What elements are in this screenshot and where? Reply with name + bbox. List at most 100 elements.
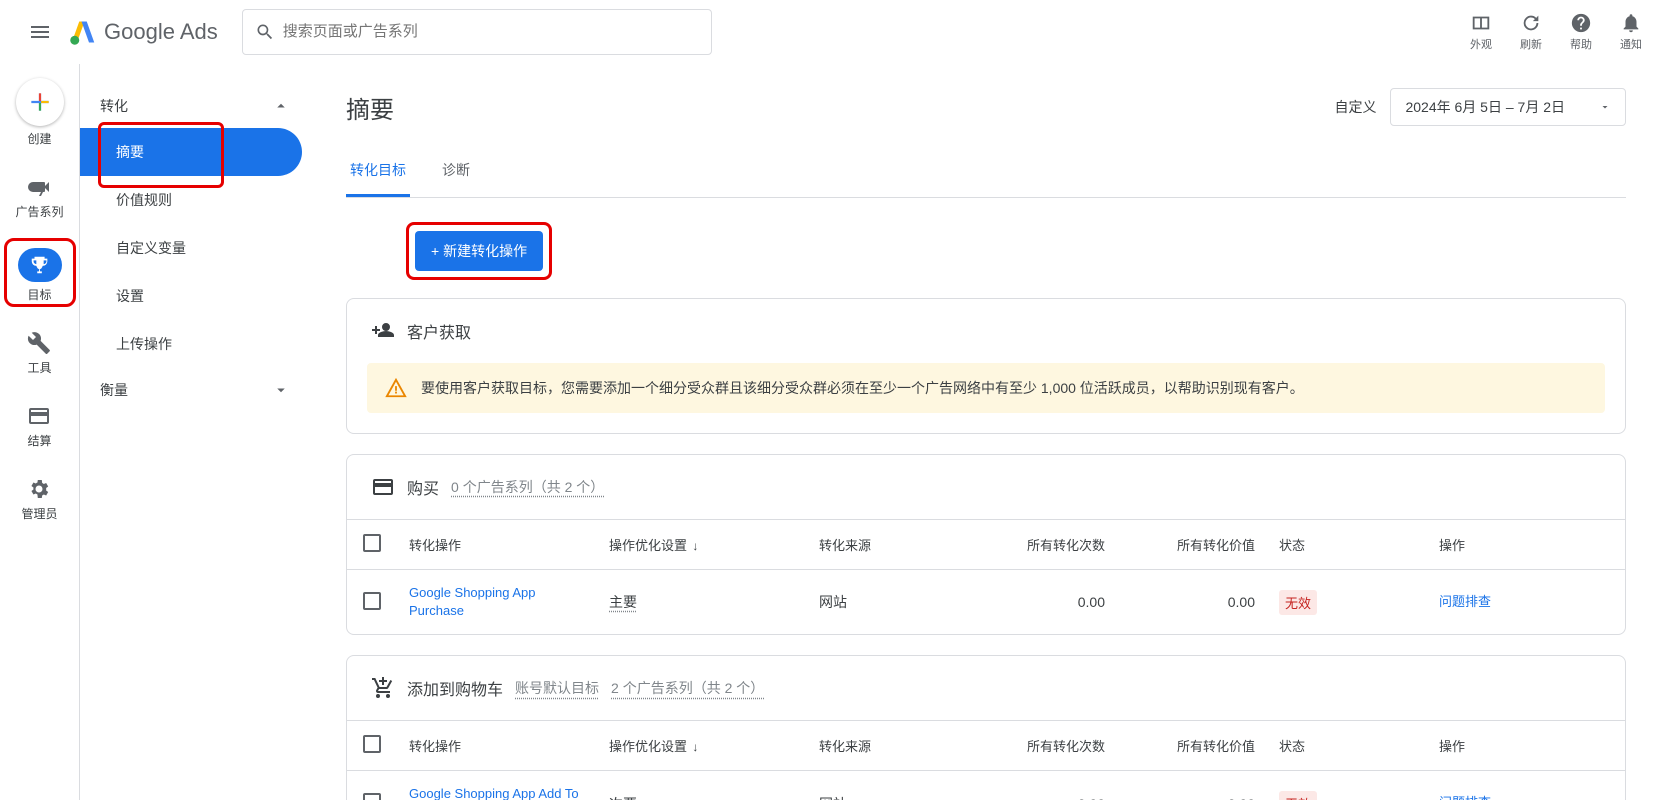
card-add-to-cart: 添加到购物车 账号默认目标 2 个广告系列（共 2 个） 转化操作 操作优化设置… <box>346 655 1626 800</box>
select-all-checkbox[interactable] <box>363 735 381 753</box>
header-actions: 外观 刷新 帮助 通知 <box>1470 12 1642 52</box>
rail-goals[interactable]: 目标 <box>18 248 62 303</box>
gear-icon <box>27 477 51 501</box>
trophy-icon <box>29 254 51 276</box>
google-ads-icon <box>68 17 98 47</box>
wrench-icon <box>27 331 51 355</box>
date-range-picker[interactable]: 2024年 6月 5日 – 7月 2日 <box>1390 88 1626 126</box>
col-source[interactable]: 转化来源 <box>807 721 967 771</box>
conversion-name-link[interactable]: Google Shopping App Add To Cart <box>409 786 579 800</box>
sidenav-item-custom-vars[interactable]: 自定义变量 <box>80 224 310 272</box>
source-value: 网站 <box>807 570 967 635</box>
appearance-icon <box>1470 12 1492 34</box>
card-icon <box>371 475 395 499</box>
col-value[interactable]: 所有转化价值 <box>1117 721 1267 771</box>
cart-add-icon <box>371 676 395 700</box>
conversion-name-link[interactable]: Google Shopping App Purchase <box>409 585 536 618</box>
search-icon <box>255 22 275 42</box>
col-count[interactable]: 所有转化次数 <box>967 721 1117 771</box>
row-checkbox[interactable] <box>363 592 381 610</box>
rail-tools[interactable]: 工具 <box>27 331 51 376</box>
card-icon <box>27 404 51 428</box>
col-status[interactable]: 状态 <box>1267 721 1427 771</box>
col-action[interactable]: 转化操作 <box>397 721 597 771</box>
chevron-down-icon <box>272 381 290 399</box>
purchase-table: 转化操作 操作优化设置 ↓ 转化来源 所有转化次数 所有转化价值 状态 操作 G… <box>347 519 1625 634</box>
sort-down-icon: ↓ <box>689 740 698 754</box>
sort-down-icon: ↓ <box>689 539 698 553</box>
rail-campaigns[interactable]: 广告系列 <box>15 175 63 220</box>
status-badge: 无效 <box>1279 791 1317 800</box>
sidenav-group-measure[interactable]: 衡量 <box>80 368 310 412</box>
triangle-down-icon <box>1599 101 1611 113</box>
source-value: 网站 <box>807 771 967 800</box>
sidenav-group-conversion[interactable]: 转化 <box>80 84 310 128</box>
select-all-checkbox[interactable] <box>363 534 381 552</box>
col-optimize[interactable]: 操作优化设置 ↓ <box>597 721 807 771</box>
bell-icon <box>1620 12 1642 34</box>
value-value: 0.00 <box>1117 570 1267 635</box>
col-optimize[interactable]: 操作优化设置 ↓ <box>597 520 807 570</box>
count-value: 0.00 <box>967 570 1117 635</box>
card-purchase: 购买 0 个广告系列（共 2 个） 转化操作 操作优化设置 ↓ 转化来源 所有转… <box>346 454 1626 635</box>
col-value[interactable]: 所有转化价值 <box>1117 520 1267 570</box>
search-input[interactable] <box>283 23 699 40</box>
hamburger-icon[interactable] <box>16 8 64 56</box>
rail-billing[interactable]: 结算 <box>27 404 51 449</box>
col-op[interactable]: 操作 <box>1427 520 1625 570</box>
col-source[interactable]: 转化来源 <box>807 520 967 570</box>
chevron-up-icon <box>272 97 290 115</box>
card-customer-acquisition: 客户获取 要使用客户获取目标，您需要添加一个细分受众群且该细分受众群必须在至少一… <box>346 298 1626 434</box>
icon-rail: 创建 广告系列 目标 工具 结算 管理员 <box>0 64 80 800</box>
help-button[interactable]: 帮助 <box>1570 12 1592 52</box>
card-title: 客户获取 <box>407 319 471 343</box>
account-default-label[interactable]: 账号默认目标 <box>515 678 599 698</box>
create-button[interactable]: 创建 <box>16 78 64 147</box>
col-action[interactable]: 转化操作 <box>397 520 597 570</box>
status-badge: 无效 <box>1279 590 1317 615</box>
table-row: Google Shopping App Add To Cart 次要 网站 0.… <box>347 771 1625 800</box>
warning-icon <box>385 377 407 399</box>
optimize-value[interactable]: 主要 <box>609 594 637 610</box>
plus-icon <box>27 89 53 115</box>
value-value: 0.00 <box>1117 771 1267 800</box>
date-mode-label: 自定义 <box>1334 97 1376 117</box>
product-logo[interactable]: Google Ads <box>68 17 218 47</box>
appearance-button[interactable]: 外观 <box>1470 12 1492 52</box>
notifications-button[interactable]: 通知 <box>1620 12 1642 52</box>
help-icon <box>1570 12 1592 34</box>
main-content: 摘要 自定义 2024年 6月 5日 – 7月 2日 转化目标 诊断 + 新建转… <box>310 64 1666 800</box>
card-subtitle-link[interactable]: 0 个广告系列（共 2 个） <box>451 477 604 497</box>
rail-admin[interactable]: 管理员 <box>21 477 57 522</box>
card-subtitle-link[interactable]: 2 个广告系列（共 2 个） <box>611 678 764 698</box>
new-conversion-action-button[interactable]: + 新建转化操作 <box>415 231 543 271</box>
tabs: 转化目标 诊断 <box>346 146 1626 198</box>
troubleshoot-link[interactable]: 问题排查 <box>1439 594 1491 609</box>
sidenav-item-settings[interactable]: 设置 <box>80 272 310 320</box>
product-name: Google Ads <box>104 19 218 45</box>
sidenav-item-summary[interactable]: 摘要 <box>80 128 302 176</box>
col-op[interactable]: 操作 <box>1427 721 1625 771</box>
cart-table: 转化操作 操作优化设置 ↓ 转化来源 所有转化次数 所有转化价值 状态 操作 G… <box>347 720 1625 800</box>
header: Google Ads 外观 刷新 帮助 通知 <box>0 0 1666 64</box>
card-title: 购买 <box>407 475 439 499</box>
card-title: 添加到购物车 <box>407 676 503 700</box>
side-nav: 转化 摘要 价值规则 自定义变量 设置 上传操作 衡量 <box>80 64 310 800</box>
tab-diagnostics[interactable]: 诊断 <box>438 146 474 197</box>
page-title: 摘要 <box>346 90 394 125</box>
row-checkbox[interactable] <box>363 793 381 800</box>
refresh-icon <box>1520 12 1542 34</box>
troubleshoot-link[interactable]: 问题排查 <box>1439 795 1491 800</box>
warning-banner: 要使用客户获取目标，您需要添加一个细分受众群且该细分受众群必须在至少一个广告网络… <box>367 363 1605 413</box>
sidenav-item-upload[interactable]: 上传操作 <box>80 320 310 368</box>
table-row: Google Shopping App Purchase 主要 网站 0.00 … <box>347 570 1625 635</box>
sidenav-item-value-rules[interactable]: 价值规则 <box>80 176 310 224</box>
col-count[interactable]: 所有转化次数 <box>967 520 1117 570</box>
count-value: 0.00 <box>967 771 1117 800</box>
refresh-button[interactable]: 刷新 <box>1520 12 1542 52</box>
tab-goals[interactable]: 转化目标 <box>346 146 410 197</box>
search-box[interactable] <box>242 9 712 55</box>
optimize-value[interactable]: 次要 <box>609 796 637 800</box>
megaphone-icon <box>27 175 51 199</box>
col-status[interactable]: 状态 <box>1267 520 1427 570</box>
